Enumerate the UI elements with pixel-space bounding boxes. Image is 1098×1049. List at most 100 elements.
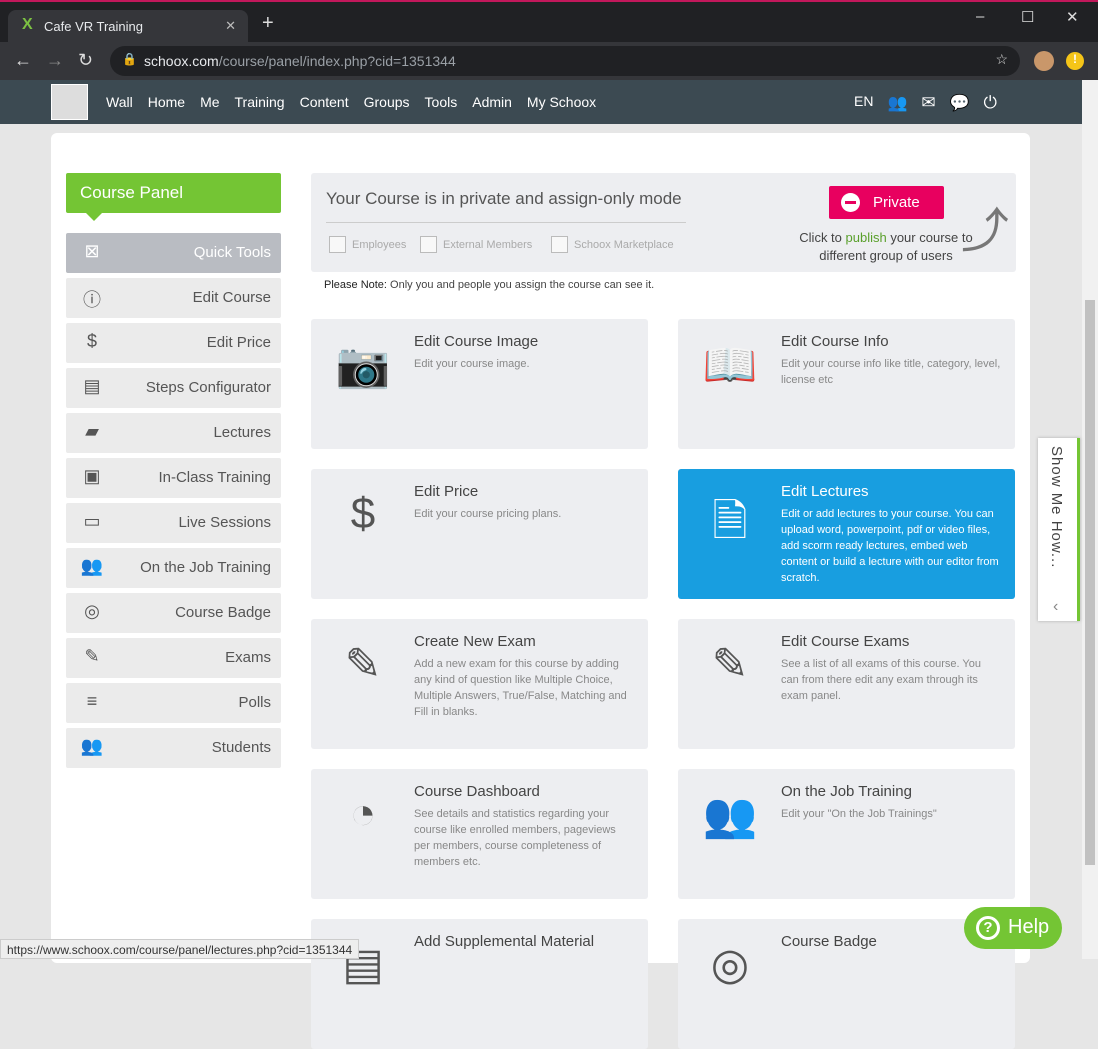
- tile-title: Course Badge: [781, 933, 877, 950]
- tile-description: Edit your course image.: [414, 358, 530, 370]
- sidebar-item-label: Quick Tools: [193, 244, 271, 261]
- course-status-panel: Your Course is in private and assign-onl…: [311, 173, 1016, 272]
- tile-edit-price[interactable]: $ Edit Price Edit your course pricing plan…: [311, 469, 648, 599]
- price-book-icon: $: [350, 489, 376, 538]
- sidebar-item-label: Live Sessions: [178, 514, 271, 531]
- book-gear-icon: 📖: [702, 341, 758, 390]
- sidebar-item-edit-price[interactable]: $ Edit Price: [66, 323, 281, 363]
- page-scrollbar[interactable]: [1082, 80, 1098, 959]
- live-icon: ▭: [83, 511, 101, 531]
- close-window-button[interactable]: ✕: [1066, 8, 1079, 26]
- new-tab-button[interactable]: +: [262, 12, 274, 35]
- tile-edit-course-info[interactable]: 📖 Edit Course Info Edit your course info l…: [678, 319, 1015, 449]
- sidebar-item-students[interactable]: 👥 Students: [66, 728, 281, 768]
- nav-admin[interactable]: Admin: [472, 94, 512, 110]
- badge-icon: ◎: [710, 940, 750, 989]
- polls-icon: ≡: [86, 691, 98, 711]
- documents-gear-icon: 🗎: [712, 497, 748, 546]
- nav-content[interactable]: Content: [300, 94, 349, 110]
- schoox-favicon-icon: X: [22, 16, 33, 33]
- chevron-left-icon[interactable]: ‹: [1053, 598, 1058, 616]
- help-button[interactable]: ? Help: [964, 907, 1062, 949]
- nav-tools[interactable]: Tools: [425, 94, 458, 110]
- please-note: Please Note: Only you and people you ass…: [324, 279, 655, 291]
- alert-icon[interactable]: !: [1066, 52, 1084, 70]
- nav-groups[interactable]: Groups: [364, 94, 410, 110]
- profile-avatar[interactable]: [1034, 51, 1054, 71]
- tile-add-supplemental-material[interactable]: ▤ Add Supplemental Material: [311, 919, 648, 1049]
- reload-icon[interactable]: ↻: [78, 50, 93, 71]
- sidebar-item-in-class-training[interactable]: ▣ In-Class Training: [66, 458, 281, 498]
- checkbox-external-members[interactable]: External Members: [420, 236, 532, 253]
- back-icon[interactable]: ←: [14, 50, 32, 71]
- sidebar-item-live-sessions[interactable]: ▭ Live Sessions: [66, 503, 281, 543]
- checkbox-schoox-marketplace[interactable]: Schoox Marketplace: [551, 236, 674, 253]
- forward-icon[interactable]: →: [46, 50, 64, 71]
- tile-title: Add Supplemental Material: [414, 933, 595, 950]
- sidebar-item-label: Exams: [225, 649, 271, 666]
- star-icon[interactable]: ☆: [995, 51, 1008, 68]
- publish-hint: Click to publish your course to differen…: [799, 230, 973, 263]
- sidebar-item-course-badge[interactable]: ◎ Course Badge: [66, 593, 281, 633]
- minimize-button[interactable]: –: [976, 8, 984, 25]
- url-path: /course/panel/index.php?cid=1351344: [218, 53, 456, 69]
- tile-edit-course-exams[interactable]: ✎ Edit Course Exams See a list of all exam…: [678, 619, 1015, 749]
- nav-training[interactable]: Training: [235, 94, 285, 110]
- show-me-how-panel[interactable]: Show Me How... ‹: [1038, 438, 1080, 621]
- info-icon: ⓘ: [83, 290, 101, 310]
- tile-description: Edit your course info like title, catego…: [781, 358, 1001, 386]
- nav-home[interactable]: Home: [148, 94, 185, 110]
- mail-icon[interactable]: ✉: [921, 93, 935, 113]
- tile-description: Edit or add lectures to your course. You…: [781, 508, 999, 584]
- sidebar-item-steps-configurator[interactable]: ▤ Steps Configurator: [66, 368, 281, 408]
- exam-icon: ✎: [84, 646, 100, 666]
- people-icon[interactable]: 👥: [887, 93, 907, 113]
- tile-edit-lectures[interactable]: 🗎 Edit Lectures Edit or add lectures to yo…: [678, 469, 1015, 599]
- sidebar-item-on-the-job-training[interactable]: 👥 On the Job Training: [66, 548, 281, 588]
- nav-wall[interactable]: Wall: [106, 94, 133, 110]
- price-icon: $: [86, 331, 97, 351]
- close-tab-icon[interactable]: ✕: [225, 18, 236, 34]
- maximize-button[interactable]: ☐: [1021, 8, 1034, 26]
- private-button[interactable]: Private: [829, 186, 944, 219]
- sidebar-item-label: Lectures: [213, 424, 271, 441]
- exam-gear-icon: ✎: [711, 640, 749, 689]
- tile-title: Edit Price: [414, 483, 479, 500]
- students-icon: 👥: [80, 736, 104, 756]
- sidebar-item-label: In-Class Training: [158, 469, 271, 486]
- browser-tab[interactable]: X Cafe VR Training ✕: [8, 10, 248, 44]
- nav-me[interactable]: Me: [200, 94, 219, 110]
- course-panel-title: Course Panel: [66, 173, 281, 221]
- tile-edit-course-image[interactable]: 📷 Edit Course Image Edit your course image…: [311, 319, 648, 449]
- classroom-icon: ▣: [83, 466, 101, 486]
- badge-icon: ◎: [84, 601, 100, 621]
- quick-tools-icon: ⊠: [84, 241, 100, 261]
- language-selector[interactable]: EN: [854, 93, 873, 113]
- tab-bar: X Cafe VR Training ✕ + – ☐ ✕: [0, 2, 1098, 44]
- schoox-logo[interactable]: [51, 84, 88, 120]
- lock-icon: 🔒: [122, 52, 137, 66]
- sidebar-item-polls[interactable]: ≡ Polls: [66, 683, 281, 723]
- sidebar-item-lectures[interactable]: ▰ Lectures: [66, 413, 281, 453]
- users-icon: 👥: [80, 556, 104, 576]
- scrollbar-thumb[interactable]: [1085, 300, 1095, 865]
- tile-create-new-exam[interactable]: ✎ Create New Exam Add a new exam for this …: [311, 619, 648, 749]
- sidebar-item-edit-course[interactable]: ⓘ Edit Course: [66, 278, 281, 318]
- url-input[interactable]: schoox.com/course/panel/index.php?cid=13…: [110, 46, 1020, 76]
- chat-icon[interactable]: 💬: [950, 93, 970, 113]
- tile-on-the-job-training[interactable]: 👥 On the Job Training Edit your "On the Jo…: [678, 769, 1015, 899]
- power-icon[interactable]: ⏻: [984, 93, 997, 113]
- users-icon: 👥: [702, 791, 758, 840]
- checkbox-employees[interactable]: Employees: [329, 236, 406, 253]
- publish-link[interactable]: publish: [846, 230, 887, 245]
- no-entry-icon: [841, 193, 860, 212]
- nav-my-schoox[interactable]: My Schoox: [527, 94, 596, 110]
- tile-course-dashboard[interactable]: ◔ Course Dashboard See details and statist…: [311, 769, 648, 899]
- tile-title: Edit Course Exams: [781, 633, 910, 650]
- sidebar-item-label: Steps Configurator: [145, 379, 271, 396]
- sidebar-item-label: Edit Price: [206, 334, 271, 351]
- tile-course-badge[interactable]: ◎ Course Badge: [678, 919, 1015, 1049]
- sidebar-item-quick-tools[interactable]: ⊠ Quick Tools: [66, 233, 281, 273]
- sidebar-item-exams[interactable]: ✎ Exams: [66, 638, 281, 678]
- tile-title: Edit Lectures: [781, 483, 869, 500]
